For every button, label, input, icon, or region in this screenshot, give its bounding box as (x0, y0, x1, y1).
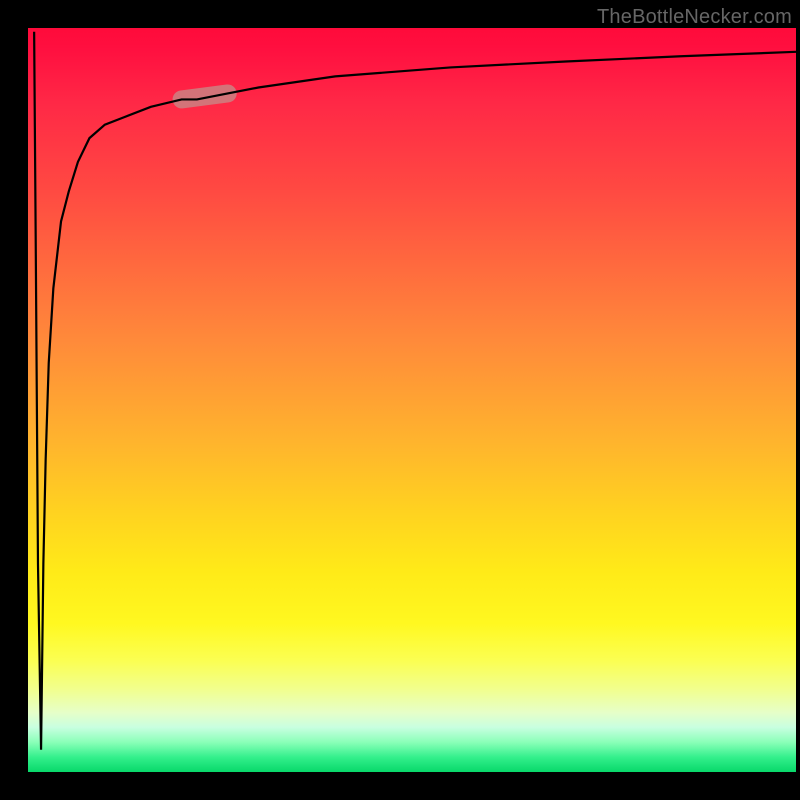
data-curve (34, 32, 796, 750)
chart-stage: TheBottleNecker.com (0, 0, 800, 800)
chart-svg (28, 28, 796, 772)
watermark-text: TheBottleNecker.com (597, 6, 792, 29)
plot-area (28, 28, 796, 772)
